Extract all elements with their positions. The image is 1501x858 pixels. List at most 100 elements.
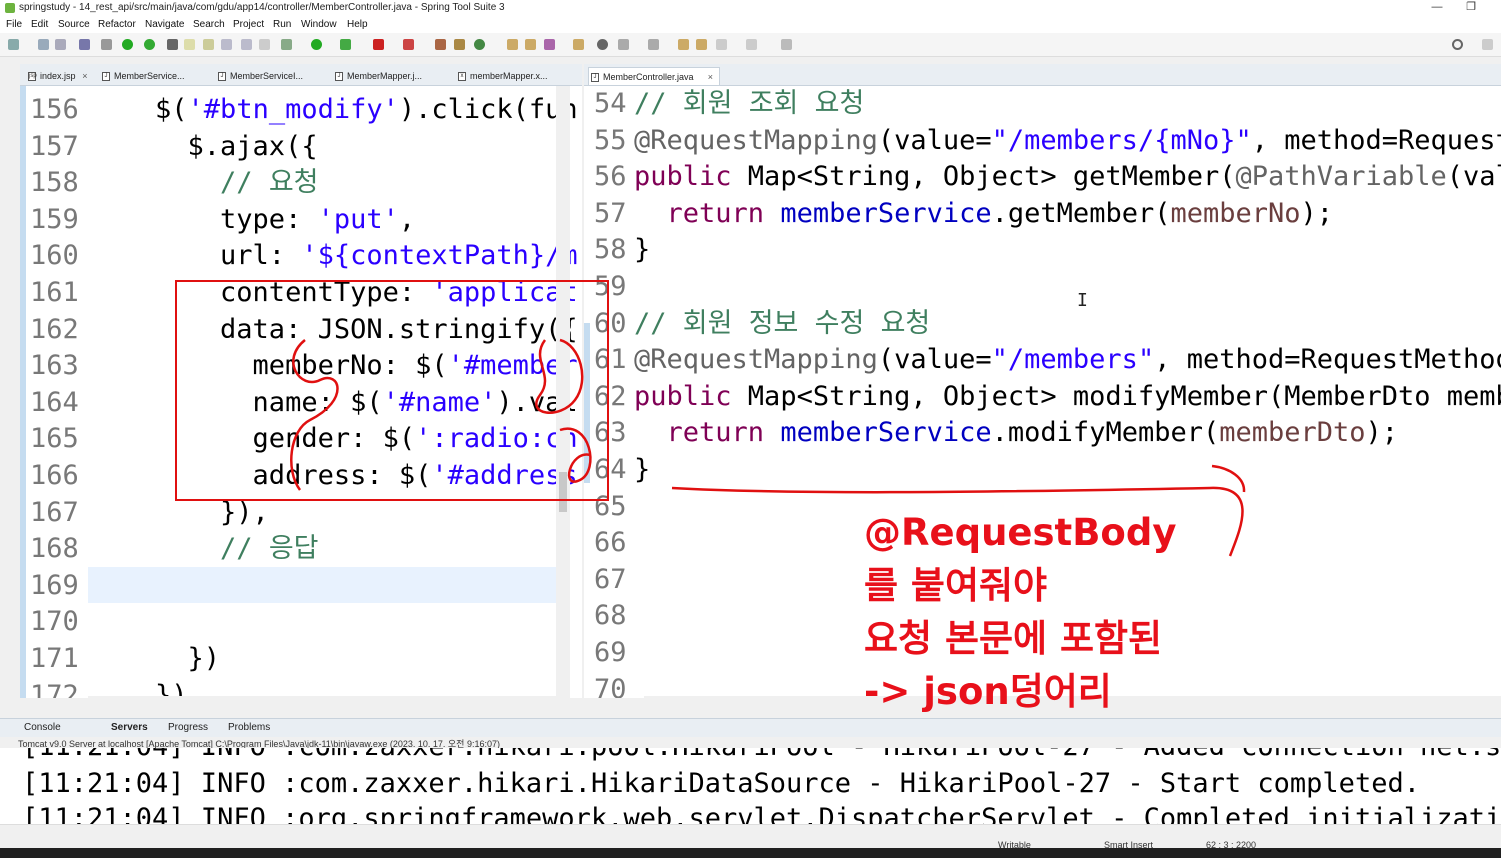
- console-tab-bar: Console Servers Progress Problems: [0, 718, 1501, 737]
- debug-icon[interactable]: [281, 39, 292, 50]
- open-type-icon[interactable]: [507, 39, 518, 50]
- tab-member-mapper-xml[interactable]: x memberMapper.x...: [456, 67, 548, 85]
- code-line: // 요청: [220, 167, 319, 199]
- tab-progress[interactable]: Progress: [168, 722, 208, 733]
- line-number: 54: [594, 88, 627, 119]
- search-icon[interactable]: [1452, 39, 1463, 50]
- menu-source[interactable]: Source: [58, 19, 90, 30]
- line-number: 160: [30, 240, 79, 272]
- skip-breakpoints-icon[interactable]: [101, 39, 112, 50]
- save-all-icon[interactable]: [55, 39, 66, 50]
- new-class-icon[interactable]: [474, 39, 485, 50]
- previous-annotation-icon[interactable]: [648, 39, 659, 50]
- last-edit-icon[interactable]: [678, 39, 689, 50]
- left-horizontal-scrollbar[interactable]: [88, 696, 556, 698]
- tab-servers[interactable]: Servers: [111, 722, 148, 733]
- open-folder-icon[interactable]: [573, 39, 584, 50]
- run-external-icon[interactable]: [340, 39, 351, 50]
- line-number: 57: [594, 197, 627, 229]
- window-title: springstudy - 14_rest_api/src/main/java/…: [19, 2, 505, 13]
- annotation-rectangle: [175, 280, 609, 501]
- status-bar: Writable Smart Insert 62 : 3 : 2200: [0, 824, 1501, 850]
- menu-edit[interactable]: Edit: [31, 19, 48, 30]
- open-task-icon[interactable]: [525, 39, 536, 50]
- code-line: return memberService.modifyMember(member…: [666, 417, 1399, 449]
- tab-index-jsp[interactable]: jsp index.jsp ×: [26, 67, 88, 85]
- line-number: 165: [30, 423, 79, 455]
- line-number: 162: [30, 313, 79, 345]
- line-number: 158: [30, 167, 79, 199]
- menu-help[interactable]: Help: [347, 19, 368, 30]
- java-file-icon: J: [102, 72, 110, 81]
- block-select-icon[interactable]: [221, 39, 232, 50]
- stop-icon[interactable]: [373, 39, 384, 50]
- restore-button[interactable]: ❐: [1454, 0, 1488, 17]
- pin-icon[interactable]: [167, 39, 178, 50]
- new-icon[interactable]: [8, 39, 19, 50]
- save-icon[interactable]: [38, 39, 49, 50]
- pin-editor-icon[interactable]: [781, 39, 792, 50]
- line-number: 68: [594, 600, 627, 632]
- console-output[interactable]: [11:21:04] INFO :com.zaxxer.hikari.pool.…: [0, 748, 1501, 824]
- minimize-button[interactable]: —: [1420, 0, 1454, 17]
- close-icon[interactable]: ×: [708, 68, 713, 86]
- external-tools-icon[interactable]: [403, 39, 414, 50]
- close-icon[interactable]: ×: [82, 67, 87, 85]
- tab-member-service-impl[interactable]: J MemberServiceI...: [216, 67, 303, 85]
- java-file-icon: J: [335, 72, 343, 81]
- highlight-icon[interactable]: [184, 39, 195, 50]
- boot-dashboard-icon[interactable]: [122, 39, 133, 50]
- line-number: 156: [30, 94, 79, 125]
- main-toolbar: [0, 33, 1501, 57]
- globe-icon[interactable]: [597, 39, 608, 50]
- tab-label: index.jsp: [40, 71, 76, 81]
- line-number: 70: [594, 673, 627, 698]
- xml-file-icon: x: [458, 72, 466, 81]
- line-number: 157: [30, 130, 79, 162]
- code-line: }: [634, 234, 651, 266]
- code-line: public Map<String, Object> modifyMember(…: [634, 380, 1501, 412]
- tab-console[interactable]: Console: [24, 722, 61, 733]
- forward-nav-icon[interactable]: [746, 39, 757, 50]
- search-toolbar-icon[interactable]: [544, 39, 555, 50]
- show-whitespace-icon[interactable]: [241, 39, 252, 50]
- code-line: }: [634, 454, 651, 485]
- annotation-line: 를 붙여줘야: [864, 564, 1048, 607]
- new-java-project-icon[interactable]: [435, 39, 446, 50]
- print-icon[interactable]: [79, 39, 90, 50]
- tab-label: MemberService...: [114, 71, 185, 81]
- new-package-icon[interactable]: [454, 39, 465, 50]
- line-number: 171: [30, 643, 79, 674]
- mark-occurrences-icon[interactable]: [203, 39, 214, 50]
- annotation-line: @RequestBody: [864, 511, 1177, 554]
- back-nav-icon[interactable]: [716, 39, 727, 50]
- menu-refactor[interactable]: Refactor: [98, 19, 136, 30]
- tab-member-mapper-java[interactable]: J MemberMapper.j...: [333, 67, 422, 85]
- run-icon[interactable]: [311, 39, 322, 50]
- tab-label: memberMapper.x...: [470, 71, 548, 81]
- menu-run[interactable]: Run: [273, 19, 291, 30]
- menu-file[interactable]: File: [6, 19, 22, 30]
- left-ruler: [20, 86, 26, 698]
- paragraph-icon[interactable]: [259, 39, 270, 50]
- tab-member-service[interactable]: J MemberService...: [100, 67, 185, 85]
- perspective-icon[interactable]: [1482, 39, 1493, 50]
- tab-label: MemberMapper.j...: [347, 71, 423, 81]
- back-icon[interactable]: [696, 39, 707, 50]
- refresh-icon[interactable]: [144, 39, 155, 50]
- menu-window[interactable]: Window: [301, 19, 337, 30]
- code-line: }): [90, 643, 221, 674]
- spring-tool-suite-icon: [5, 3, 15, 13]
- code-line: }): [90, 679, 188, 698]
- right-editor-tabs: J MemberController.java ×: [584, 64, 1501, 86]
- menu-search[interactable]: Search: [193, 19, 225, 30]
- menu-navigate[interactable]: Navigate: [145, 19, 184, 30]
- line-number: 55: [594, 124, 627, 156]
- tab-member-controller[interactable]: J MemberController.java ×: [588, 67, 720, 85]
- next-annotation-icon[interactable]: [618, 39, 629, 50]
- tab-problems[interactable]: Problems: [228, 722, 270, 733]
- code-line: // 회원 정보 수정 요청: [634, 307, 931, 339]
- code-line: url: '${contextPath}/m: [90, 240, 578, 272]
- console-line: [11:21:04] INFO :com.zaxxer.hikari.Hikar…: [22, 768, 1420, 799]
- menu-project[interactable]: Project: [233, 19, 264, 30]
